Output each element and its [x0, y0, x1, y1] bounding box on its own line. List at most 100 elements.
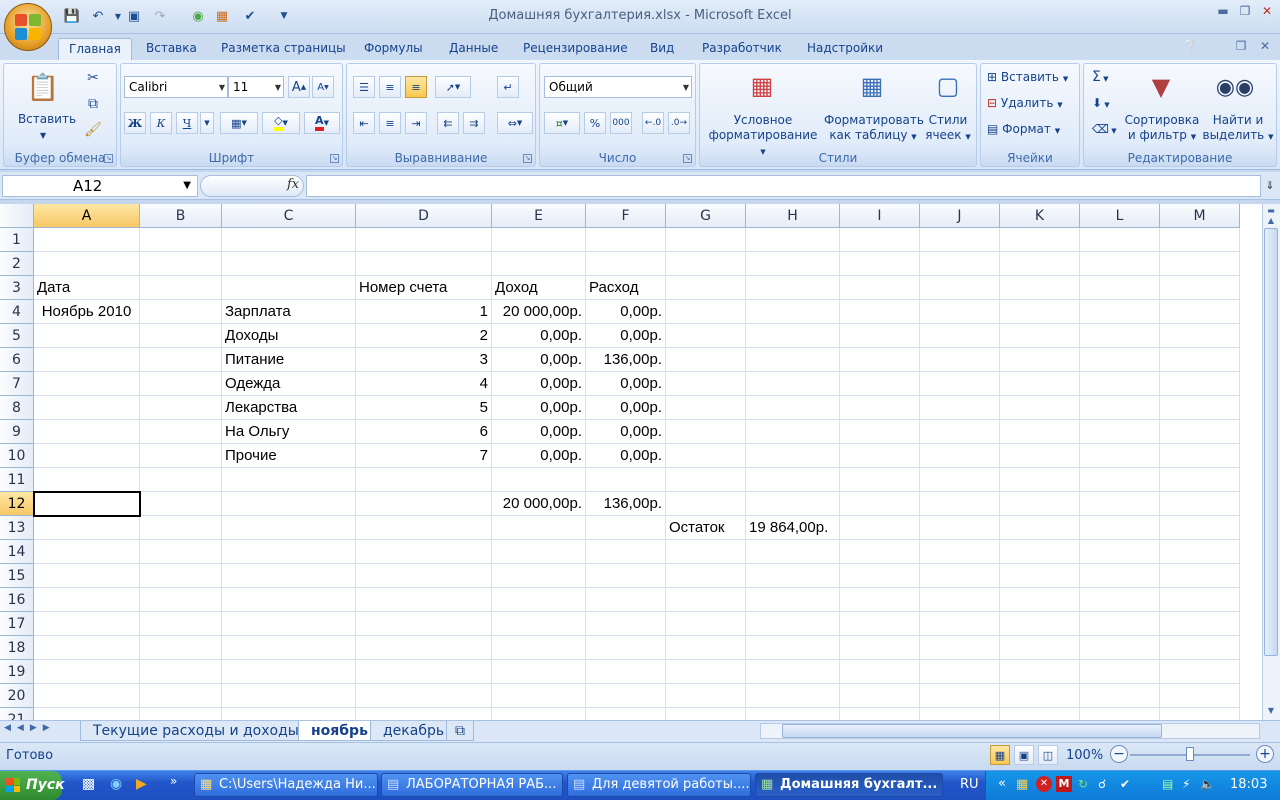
cell-h16[interactable]	[746, 588, 840, 612]
cell-c9[interactable]: На Ольгу	[222, 420, 356, 444]
row-header-13[interactable]: 13	[0, 516, 34, 540]
cell-l6[interactable]	[1080, 348, 1160, 372]
find-select-button[interactable]: Найти и выделить ▼	[1200, 113, 1276, 145]
cell-l13[interactable]	[1080, 516, 1160, 540]
cell-h11[interactable]	[746, 468, 840, 492]
insert-sheet-icon[interactable]: ⧉	[446, 721, 474, 741]
cell-g14[interactable]	[666, 540, 746, 564]
cell-h21[interactable]	[746, 708, 840, 720]
cell-a4[interactable]: Ноябрь 2010	[34, 300, 140, 324]
cell-e21[interactable]	[492, 708, 586, 720]
cell-k18[interactable]	[1000, 636, 1080, 660]
cell-i8[interactable]	[840, 396, 920, 420]
cell-b16[interactable]	[140, 588, 222, 612]
cell-i12[interactable]	[840, 492, 920, 516]
page-break-view-icon[interactable]: ◫	[1038, 745, 1058, 765]
spelling-icon[interactable]: ✔	[240, 6, 260, 26]
cell-d20[interactable]	[356, 684, 492, 708]
horizontal-scroll-thumb[interactable]	[782, 724, 1162, 738]
cell-h7[interactable]	[746, 372, 840, 396]
sheet-tab-current[interactable]: Текущие расходы и доходы	[80, 721, 312, 741]
format-painter-icon[interactable]: 🖌	[82, 120, 104, 140]
grow-font-button[interactable]: A ▲	[288, 76, 310, 98]
redo-icon[interactable]: ↷	[150, 6, 170, 26]
tray-usb-icon[interactable]: ✔	[1120, 777, 1130, 791]
cell-b7[interactable]	[140, 372, 222, 396]
cell-c14[interactable]	[222, 540, 356, 564]
italic-button[interactable]: К	[150, 112, 172, 134]
cell-k7[interactable]	[1000, 372, 1080, 396]
cell-h18[interactable]	[746, 636, 840, 660]
row-header-19[interactable]: 19	[0, 660, 34, 684]
cell-j5[interactable]	[920, 324, 1000, 348]
row-header-18[interactable]: 18	[0, 636, 34, 660]
cell-i14[interactable]	[840, 540, 920, 564]
row-header-3[interactable]: 3	[0, 276, 34, 300]
clear-button[interactable]: ⌫ ▼	[1092, 122, 1117, 139]
cell-h14[interactable]	[746, 540, 840, 564]
zoom-slider-thumb[interactable]	[1186, 747, 1194, 761]
cell-m13[interactable]	[1160, 516, 1240, 540]
bold-button[interactable]: Ж	[124, 112, 146, 134]
cell-c5[interactable]: Доходы	[222, 324, 356, 348]
task-excel[interactable]: ▦ Домашняя бухгалт...	[755, 773, 943, 797]
cell-j4[interactable]	[920, 300, 1000, 324]
cell-d18[interactable]	[356, 636, 492, 660]
fill-button[interactable]: ⬇ ▼	[1092, 96, 1110, 113]
cell-f16[interactable]	[586, 588, 666, 612]
align-center-icon[interactable]: ≡	[379, 112, 401, 134]
cell-c13[interactable]	[222, 516, 356, 540]
cell-f15[interactable]	[586, 564, 666, 588]
cell-h13[interactable]: 19 864,00р.	[746, 516, 840, 540]
cell-g6[interactable]	[666, 348, 746, 372]
row-header-15[interactable]: 15	[0, 564, 34, 588]
cell-j6[interactable]	[920, 348, 1000, 372]
borders-button[interactable]: ▦ ▼	[220, 112, 258, 134]
cell-b9[interactable]	[140, 420, 222, 444]
tray-network-icon[interactable]: ▤	[1162, 777, 1173, 791]
tray-expand-icon[interactable]: «	[998, 776, 1006, 791]
print-preview-icon[interactable]: ▣	[124, 6, 144, 26]
start-button[interactable]: Пуск	[0, 771, 65, 800]
cell-f18[interactable]	[586, 636, 666, 660]
cell-h2[interactable]	[746, 252, 840, 276]
cell-f10[interactable]: 0,00р.	[586, 444, 666, 468]
cell-b19[interactable]	[140, 660, 222, 684]
cell-m12[interactable]	[1160, 492, 1240, 516]
cell-f6[interactable]: 136,00р.	[586, 348, 666, 372]
autosum-button[interactable]: Σ ▼	[1092, 70, 1108, 87]
cell-f7[interactable]: 0,00р.	[586, 372, 666, 396]
doc-close-icon[interactable]: ✕	[1254, 38, 1276, 54]
shrink-font-button[interactable]: A ▼	[312, 76, 334, 98]
cell-l2[interactable]	[1080, 252, 1160, 276]
cell-i10[interactable]	[840, 444, 920, 468]
cut-icon[interactable]: ✂	[82, 68, 104, 88]
column-header-k[interactable]: K	[1000, 204, 1080, 228]
cell-d5[interactable]: 2	[356, 324, 492, 348]
column-header-a[interactable]: A	[34, 204, 140, 228]
cell-k8[interactable]	[1000, 396, 1080, 420]
tab-page-layout[interactable]: Разметка страницы	[211, 38, 356, 61]
cell-a19[interactable]	[34, 660, 140, 684]
cell-k12[interactable]	[1000, 492, 1080, 516]
sort-filter-button[interactable]: Сортировка и фильтр ▼	[1124, 113, 1200, 145]
cell-j16[interactable]	[920, 588, 1000, 612]
cell-c8[interactable]: Лекарства	[222, 396, 356, 420]
cell-d21[interactable]	[356, 708, 492, 720]
cell-g18[interactable]	[666, 636, 746, 660]
cell-a14[interactable]	[34, 540, 140, 564]
cell-f3[interactable]: Расход	[586, 276, 666, 300]
zoom-in-icon[interactable]: +	[1256, 745, 1274, 763]
cell-k4[interactable]	[1000, 300, 1080, 324]
cell-a1[interactable]	[34, 228, 140, 252]
cell-f4[interactable]: 0,00р.	[586, 300, 666, 324]
cell-g1[interactable]	[666, 228, 746, 252]
circle-icon[interactable]: ◉	[188, 6, 208, 26]
cell-h1[interactable]	[746, 228, 840, 252]
cell-c12[interactable]	[222, 492, 356, 516]
cell-i11[interactable]	[840, 468, 920, 492]
cell-l5[interactable]	[1080, 324, 1160, 348]
currency-button[interactable]: ¤ ▼	[544, 112, 580, 134]
cell-g17[interactable]	[666, 612, 746, 636]
select-all-corner[interactable]	[0, 204, 34, 228]
